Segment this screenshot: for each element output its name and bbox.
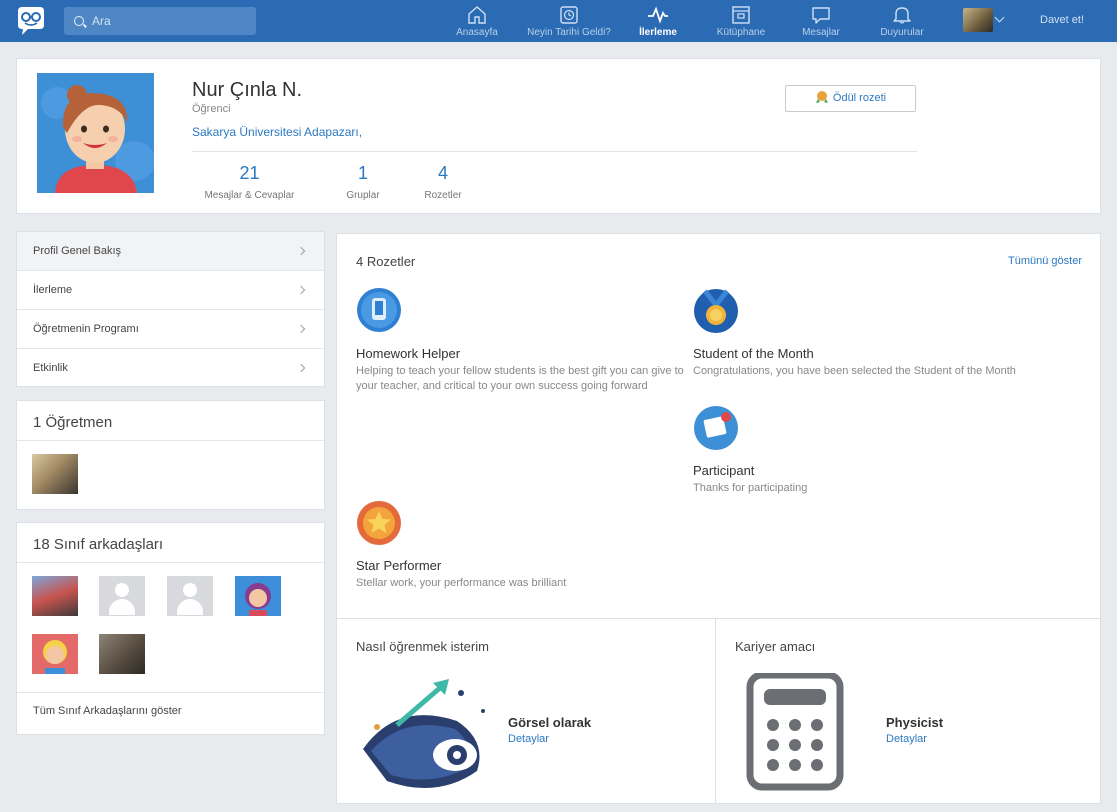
home-icon [468, 6, 486, 24]
award-badge-icon [815, 91, 828, 103]
menu-item-profile-overview[interactable]: Profil Genel Bakış [17, 232, 324, 271]
stat-label: Rozetler [424, 190, 462, 201]
menu-item-label: İlerleme [33, 284, 73, 296]
badge-item[interactable]: Student of the Month Congratulations, yo… [693, 287, 1023, 379]
career-details-link[interactable]: Detaylar [886, 733, 927, 745]
chevron-right-icon [296, 285, 306, 295]
teachers-title: 1 Öğretmen [17, 401, 324, 441]
badge-name: Star Performer [356, 558, 442, 573]
badge-item[interactable]: Star Performer Stellar work, your perfor… [356, 499, 686, 591]
nav-label: Neyin Tarihi Geldi? [527, 27, 611, 38]
learning-style-value: Görsel olarak [508, 715, 592, 730]
stat-label: Mesajlar & Cevaplar [204, 190, 295, 201]
nav-label: Kütüphane [716, 27, 766, 38]
bell-icon [893, 7, 911, 24]
stat-messages[interactable]: 21 Mesajlar & Cevaplar [192, 163, 307, 201]
classmates-title: 18 Sınıf arkadaşları [17, 523, 324, 563]
participant-badge-icon [694, 406, 738, 450]
homework-helper-badge-icon [357, 288, 401, 332]
search-icon [74, 16, 84, 26]
badges-title: 4 Rozetler [356, 254, 416, 269]
menu-item-label: Etkinlik [33, 362, 68, 374]
badges-panel: 4 Rozetler Tümünü göster Homework Helper… [336, 233, 1101, 618]
classmate-avatar[interactable] [32, 576, 78, 616]
invite-link[interactable]: Davet et! [1040, 14, 1084, 26]
stat-value: 1 [357, 163, 368, 183]
nav-label: Duyurular [880, 27, 924, 38]
alarm-clock-icon [560, 6, 578, 24]
profile-name: Nur Çınla N. [192, 79, 303, 101]
calculator-icon [746, 673, 844, 791]
classmate-avatar-placeholder[interactable] [167, 576, 213, 616]
badge-name: Student of the Month [693, 346, 814, 361]
user-avatar[interactable] [963, 8, 993, 32]
badge-description: Congratulations, you have been selected … [693, 365, 1016, 377]
nav-progress[interactable]: İlerleme [633, 0, 683, 42]
nav-home[interactable]: Anasayfa [452, 0, 502, 42]
show-all-badges-link[interactable]: Tümünü göster [1008, 255, 1082, 267]
logo-icon[interactable] [14, 5, 48, 37]
badge-item[interactable]: Homework Helper Helping to teach your fe… [356, 287, 686, 394]
badge-item[interactable]: Participant Thanks for participating [693, 404, 1023, 496]
star-badge-icon [357, 501, 401, 545]
menu-item-teacher-program[interactable]: Öğretmenin Programı [17, 310, 324, 349]
medal-badge-icon [694, 289, 738, 333]
nav-label: İlerleme [639, 27, 677, 38]
profile-role: Öğrenci [192, 103, 231, 115]
top-navigation-bar: Ara Anasayfa Neyin Tarihi Geldi? İlerlem… [0, 0, 1117, 42]
chevron-right-icon [296, 363, 306, 373]
nav-label: Mesajlar [802, 27, 840, 38]
classmate-avatar[interactable] [32, 634, 78, 674]
menu-item-activity[interactable]: Etkinlik [17, 349, 324, 388]
stat-value: 21 [239, 163, 260, 183]
profile-card: Nur Çınla N. Öğrenci Sakarya Üniversites… [16, 58, 1101, 214]
career-goal-title: Kariyer amacı [735, 639, 816, 654]
show-all-classmates-link[interactable]: Tüm Sınıf Arkadaşlarını göster [17, 692, 324, 735]
chat-bubble-icon [812, 7, 830, 24]
profile-school-link[interactable]: Sakarya Üniversitesi Adapazarı, [192, 125, 362, 139]
profile-avatar [37, 73, 154, 193]
search-placeholder: Ara [92, 14, 111, 28]
teachers-panel: 1 Öğretmen [16, 400, 325, 510]
stat-groups[interactable]: 1 Gruplar [343, 163, 383, 201]
nav-due-dates[interactable]: Neyin Tarihi Geldi? [519, 0, 619, 42]
award-badge-button[interactable]: Ödül rozeti [785, 85, 916, 112]
chevron-right-icon [296, 324, 306, 334]
profile-menu: Profil Genel Bakış İlerleme Öğretmenin P… [16, 231, 325, 387]
stat-value: 4 [437, 163, 448, 183]
badge-name: Homework Helper [356, 346, 461, 361]
nav-library[interactable]: Kütüphane [712, 0, 770, 42]
nav-messages[interactable]: Mesajlar [796, 0, 846, 42]
menu-item-label: Öğretmenin Programı [33, 323, 139, 335]
classmate-avatar[interactable] [99, 634, 145, 674]
chevron-down-icon[interactable] [994, 12, 1005, 23]
menu-item-progress[interactable]: İlerleme [17, 271, 324, 310]
badge-name: Participant [693, 463, 755, 478]
stat-badges[interactable]: 4 Rozetler [419, 163, 467, 201]
classmate-avatar[interactable] [235, 576, 281, 616]
pulse-icon [648, 6, 668, 24]
learning-style-panel: Nasıl öğrenmek isterim Görsel olarak Det… [336, 618, 716, 804]
nav-announcements[interactable]: Duyurular [872, 0, 932, 42]
award-button-label: Ödül rozeti [832, 92, 887, 104]
badge-description: Thanks for participating [693, 482, 808, 494]
show-all-classmates-label: Tüm Sınıf Arkadaşlarını göster [33, 705, 182, 717]
chevron-right-icon [296, 246, 306, 256]
menu-item-label: Profil Genel Bakış [33, 245, 122, 257]
search-input[interactable]: Ara [64, 7, 256, 35]
classmate-avatar-placeholder[interactable] [99, 576, 145, 616]
eye-illustration-icon [363, 679, 485, 789]
classmates-panel: 18 Sınıf arkadaşları Tüm Sınıf Arkadaşla… [16, 522, 325, 735]
badge-description: Helping to teach your fellow students is… [356, 365, 684, 392]
career-goal-value: Physicist [886, 715, 944, 730]
learning-details-link[interactable]: Detaylar [508, 733, 549, 745]
divider [192, 151, 917, 152]
stat-label: Gruplar [346, 190, 380, 201]
learning-style-title: Nasıl öğrenmek isterim [356, 639, 489, 654]
teacher-avatar[interactable] [32, 454, 78, 494]
library-icon [732, 6, 750, 24]
badge-description: Stellar work, your performance was brill… [356, 577, 567, 589]
nav-label: Anasayfa [456, 27, 498, 38]
career-goal-panel: Kariyer amacı Physicist Detaylar [715, 618, 1101, 804]
